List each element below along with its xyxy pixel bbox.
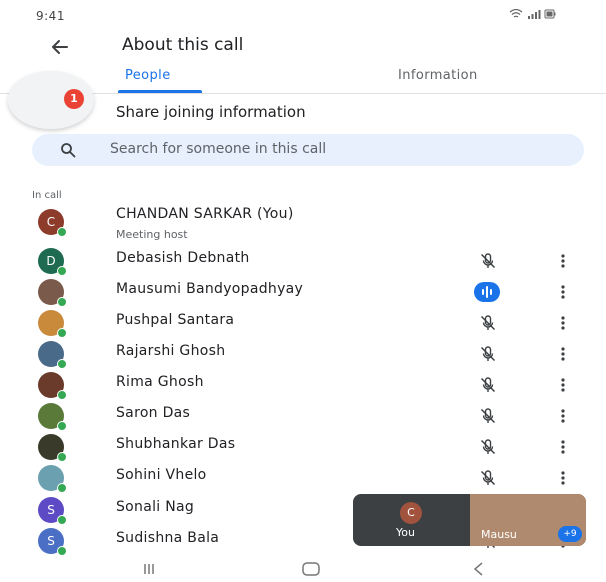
presence-indicator	[57, 421, 67, 431]
participant-row[interactable]: D Debasish Debnath	[0, 245, 606, 276]
participant-name: Pushpal Santara	[116, 312, 235, 328]
more-options-icon[interactable]	[558, 376, 568, 394]
more-options-icon[interactable]	[558, 252, 568, 270]
presence-indicator	[57, 266, 67, 276]
system-back-icon[interactable]	[470, 560, 488, 578]
presence-indicator	[57, 483, 67, 493]
mic-off-icon	[479, 345, 497, 363]
participant-name: Rajarshi Ghosh	[116, 343, 226, 359]
participant-name: Debasish Debnath	[116, 250, 250, 266]
avatar	[38, 465, 67, 493]
avatar	[38, 279, 67, 307]
search-placeholder: Search for someone in this call	[110, 141, 327, 157]
presence-indicator	[57, 390, 67, 400]
more-options-icon[interactable]	[558, 438, 568, 456]
avatar: S	[38, 528, 67, 556]
participant-role: Meeting host	[116, 228, 188, 241]
mic-off-icon	[479, 469, 497, 487]
system-nav-bar	[0, 556, 606, 582]
presence-indicator	[57, 359, 67, 369]
participant-row[interactable]: Pushpal Santara	[0, 307, 606, 338]
participant-row[interactable]: C CHANDAN SARKAR (You) Meeting host	[0, 206, 606, 241]
tab-people[interactable]: People	[125, 68, 171, 83]
tab-information[interactable]: Information	[398, 68, 478, 83]
battery-icon	[544, 9, 556, 19]
participant-row[interactable]: Shubhankar Das	[0, 431, 606, 462]
presence-indicator	[57, 546, 67, 556]
home-icon[interactable]	[300, 560, 322, 578]
wifi-icon	[509, 8, 523, 18]
more-options-icon[interactable]	[558, 345, 568, 363]
participant-name: Sonali Nag	[116, 499, 195, 515]
participant-row[interactable]: Mausumi Bandyopadhyay	[0, 276, 606, 307]
mic-off-icon	[479, 407, 497, 425]
search-input[interactable]: Search for someone in this call	[32, 134, 584, 166]
participant-name: CHANDAN SARKAR (You)	[116, 206, 294, 222]
participant-row[interactable]: Rajarshi Ghosh	[0, 338, 606, 369]
avatar	[38, 341, 67, 369]
mic-off-icon	[479, 314, 497, 332]
presence-indicator	[57, 328, 67, 338]
presence-indicator	[57, 515, 67, 525]
status-icons	[509, 8, 556, 22]
participant-name: Saron Das	[116, 405, 191, 421]
avatar	[38, 403, 67, 431]
avatar: D	[38, 248, 67, 276]
status-bar: 9:41	[0, 0, 606, 34]
avatar: S	[38, 497, 67, 525]
speaking-indicator-icon	[474, 282, 500, 302]
mic-off-icon	[479, 438, 497, 456]
avatar	[38, 434, 67, 462]
participant-name: Mausumi Bandyopadhyay	[116, 281, 304, 297]
participant-name: Sudishna Bala	[116, 530, 220, 546]
recents-icon[interactable]	[140, 560, 158, 578]
self-view-tile[interactable]: C You Mausu +9	[353, 494, 586, 546]
mic-off-icon	[479, 252, 497, 270]
participant-name: Shubhankar Das	[116, 436, 236, 452]
self-avatar: C	[400, 502, 422, 524]
more-participants-badge[interactable]: +9	[558, 526, 582, 542]
share-joining-info-label: Share joining information	[116, 103, 306, 121]
participant-name: Rima Ghosh	[116, 374, 204, 390]
section-label-in-call: In call	[32, 190, 62, 201]
signal-icon	[527, 10, 540, 19]
participant-name: Sohini Vhelo	[116, 467, 207, 483]
presence-indicator	[57, 227, 67, 237]
avatar	[38, 372, 67, 400]
presence-indicator	[57, 297, 67, 307]
search-icon	[61, 143, 76, 158]
more-options-icon[interactable]	[558, 314, 568, 332]
page-title: About this call	[122, 35, 244, 55]
more-options-icon[interactable]	[558, 283, 568, 301]
active-speaker-label: Mausu	[481, 528, 517, 541]
self-view-label: You	[396, 526, 415, 539]
status-time: 9:41	[36, 9, 65, 23]
participant-row[interactable]: Sohini Vhelo	[0, 462, 606, 493]
back-arrow-icon[interactable]	[48, 35, 72, 59]
notification-badge: 1	[64, 89, 84, 109]
app-bar: About this call	[0, 30, 606, 62]
share-joining-info-row[interactable]: 1 Share joining information	[0, 71, 606, 133]
more-options-icon[interactable]	[558, 469, 568, 487]
mic-off-icon	[479, 376, 497, 394]
more-options-icon[interactable]	[558, 407, 568, 425]
participant-row[interactable]: Saron Das	[0, 400, 606, 431]
presence-indicator	[57, 452, 67, 462]
avatar: C	[38, 209, 67, 237]
avatar	[38, 310, 67, 338]
participant-row[interactable]: Rima Ghosh	[0, 369, 606, 400]
